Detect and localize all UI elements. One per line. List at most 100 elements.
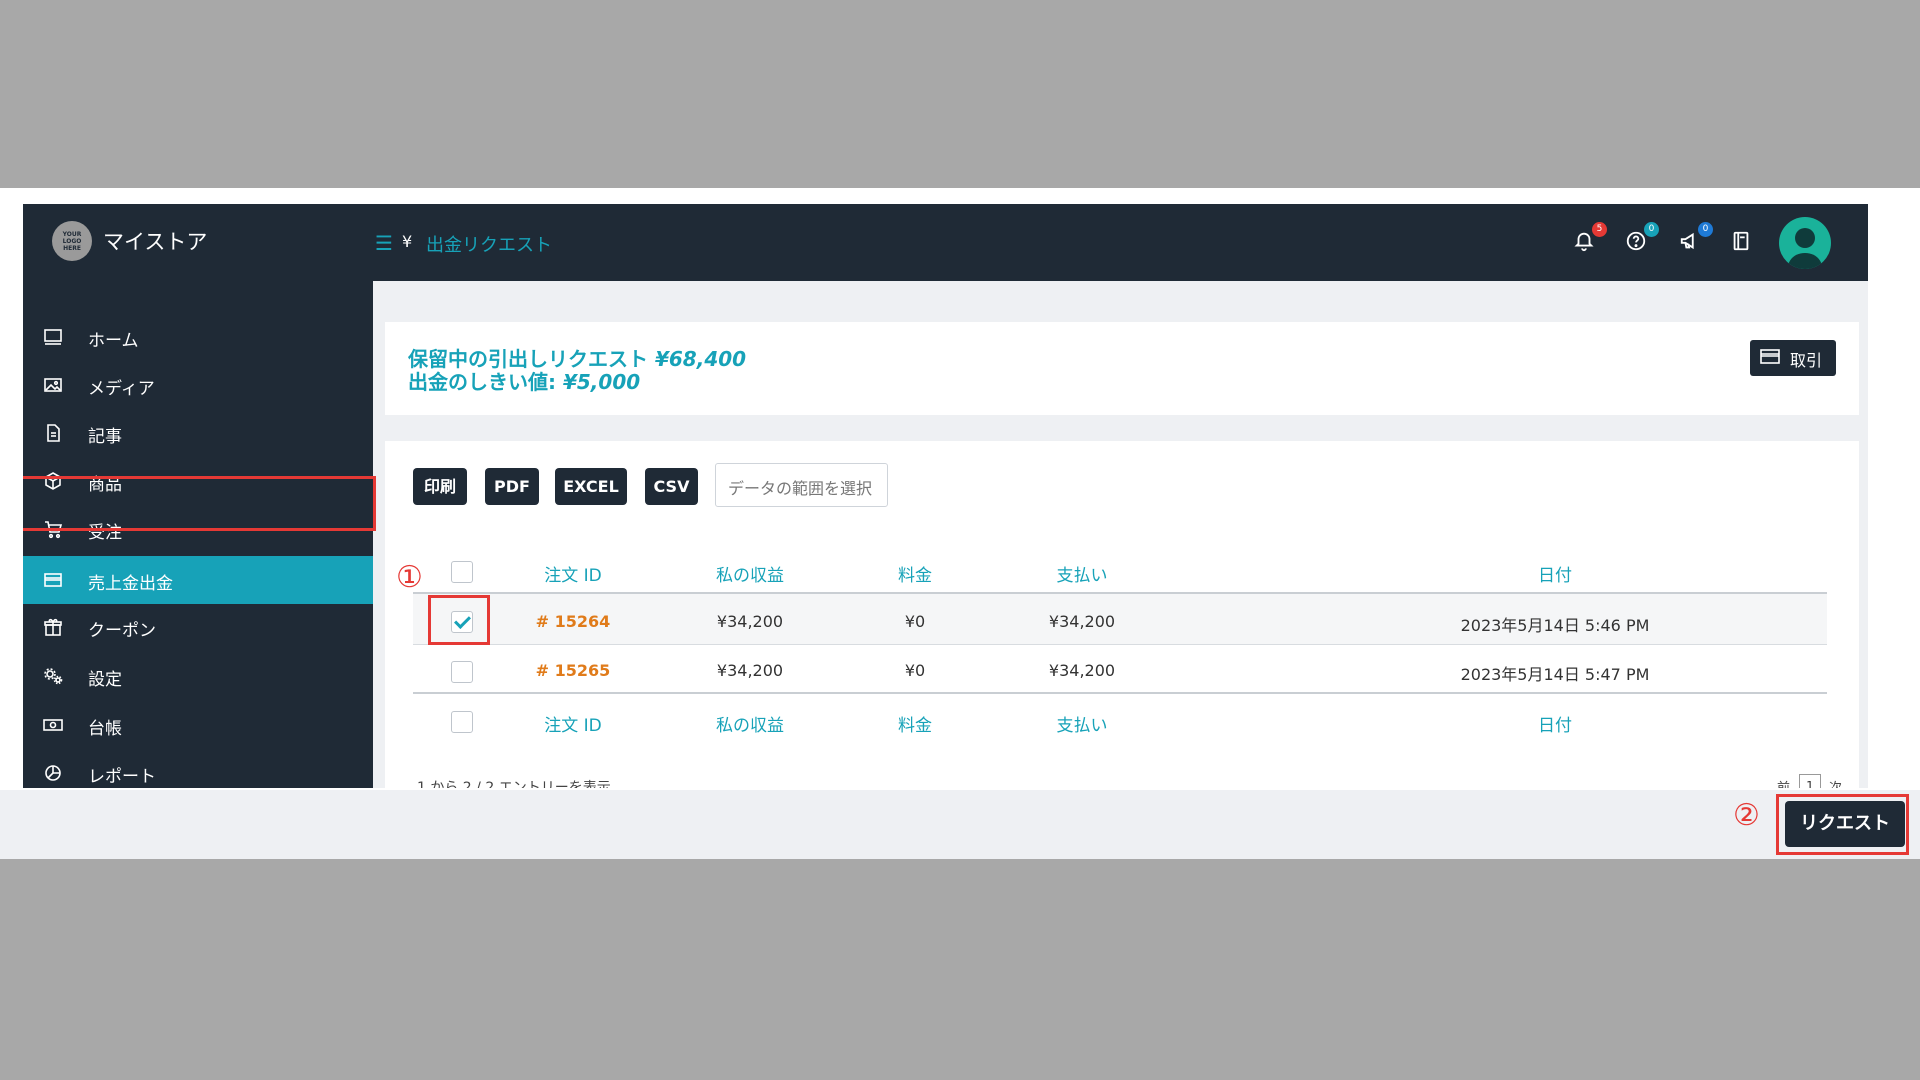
- withdrawal-table-card: 印刷 PDF EXCEL CSV データの範囲を選択 注文 ID 私の収益 料金…: [385, 441, 1859, 788]
- hamburger-menu-icon[interactable]: ☰: [375, 231, 393, 255]
- sidebar-item-coupons[interactable]: クーポン: [23, 603, 373, 651]
- row-divider: [413, 644, 1827, 645]
- sidebar-item-label: 記事: [88, 427, 122, 447]
- sidebar-item-media[interactable]: メディア: [23, 361, 373, 409]
- sidebar-item-label: ホーム: [88, 331, 139, 351]
- app-window: YOUR LOGO HERE マイストア ☰ ¥ 出金リクエスト 5 0 0 ホ…: [23, 204, 1868, 788]
- transactions-button[interactable]: 取引: [1750, 340, 1836, 376]
- sidebar-item-payout[interactable]: 売上金出金: [23, 556, 373, 604]
- entries-info: 1 から 2 / 2 エントリーを表示: [417, 780, 611, 788]
- request-highlight-box: [1776, 794, 1909, 855]
- user-silhouette-icon: [1787, 228, 1823, 269]
- column-header-fee[interactable]: 料金: [885, 561, 945, 586]
- docs-button[interactable]: [1730, 230, 1756, 256]
- sidebar-item-articles[interactable]: 記事: [23, 409, 373, 457]
- yen-icon: ¥: [402, 232, 413, 251]
- sidebar: ホーム メディア 記事 商品 受注 売上金出金 クーポン 設定 台帳 レポート: [23, 281, 373, 788]
- column-header-date[interactable]: 日付: [1515, 561, 1595, 586]
- sidebar-item-settings[interactable]: 設定: [23, 652, 373, 700]
- step-one-marker: ①: [396, 560, 423, 595]
- pagination-page[interactable]: 1: [1799, 774, 1821, 788]
- sidebar-item-ledger[interactable]: 台帳: [23, 701, 373, 749]
- box-icon: [43, 471, 63, 491]
- checkbox-highlight-box: [428, 595, 490, 645]
- question-circle-icon: [1626, 231, 1646, 251]
- select-all-footer-checkbox[interactable]: [451, 711, 473, 733]
- sidebar-item-label: 台帳: [88, 719, 122, 739]
- date-range-input[interactable]: データの範囲を選択: [715, 463, 888, 507]
- sidebar-item-label: 売上金出金: [88, 574, 173, 594]
- date-cell: 2023年5月14日 5:46 PM: [1460, 616, 1650, 635]
- gift-icon: [43, 617, 63, 637]
- announcements-button[interactable]: 0: [1679, 222, 1713, 256]
- column-header-payment[interactable]: 支払い: [1042, 561, 1122, 586]
- cart-icon: [43, 519, 63, 539]
- sidebar-item-label: 設定: [88, 670, 122, 690]
- footer-header-date: 日付: [1538, 716, 1572, 736]
- footer-divider: [413, 692, 1827, 694]
- page-title: 出金リクエスト: [426, 235, 552, 256]
- print-button[interactable]: 印刷: [413, 468, 467, 505]
- screenshot-frame: YOUR LOGO HERE マイストア ☰ ¥ 出金リクエスト 5 0 0 ホ…: [0, 188, 1920, 859]
- pagination-prev[interactable]: 前: [1777, 777, 1790, 788]
- sidebar-item-orders[interactable]: 受注: [23, 505, 373, 553]
- footer-header-order-id: 注文 ID: [544, 716, 602, 736]
- footer-header-payment: 支払い: [1056, 716, 1108, 736]
- money-icon: [43, 715, 63, 735]
- transactions-label: 取引: [1790, 351, 1823, 370]
- sidebar-item-label: 受注: [88, 523, 122, 543]
- notification-badge: 5: [1592, 222, 1607, 237]
- csv-button[interactable]: CSV: [645, 468, 698, 505]
- row-checkbox[interactable]: [451, 661, 473, 683]
- fee-cell: ¥0: [904, 661, 926, 680]
- order-id-link[interactable]: # 15265: [523, 661, 623, 680]
- monitor-icon: [43, 327, 63, 347]
- pie-chart-icon: [43, 763, 63, 783]
- credit-card-icon: [43, 570, 63, 590]
- top-bar: YOUR LOGO HERE マイストア ☰ ¥ 出金リクエスト 5 0 0: [23, 204, 1868, 281]
- payment-cell: ¥34,200: [1048, 661, 1116, 680]
- fee-cell: ¥0: [904, 612, 926, 631]
- user-avatar[interactable]: [1779, 217, 1831, 269]
- column-header-order-id[interactable]: 注文 ID: [533, 561, 613, 586]
- footer-header-fee: 料金: [898, 716, 932, 736]
- help-badge: 0: [1644, 222, 1659, 237]
- earnings-cell: ¥34,200: [716, 612, 784, 631]
- sidebar-item-label: クーポン: [88, 621, 156, 641]
- earnings-cell: ¥34,200: [716, 661, 784, 680]
- withdrawal-summary-card: 保留中の引出しリクエスト ¥68,400 出金のしきい値: ¥5,000 取引: [385, 322, 1859, 415]
- pdf-button[interactable]: PDF: [485, 468, 539, 505]
- sidebar-item-reports[interactable]: レポート: [23, 749, 373, 788]
- sidebar-item-label: 商品: [88, 475, 122, 495]
- gears-icon: [43, 666, 63, 686]
- step-two-marker: ②: [1733, 798, 1760, 833]
- store-name[interactable]: マイストア: [103, 226, 207, 256]
- pending-amount: ¥68,400: [654, 347, 747, 371]
- sidebar-item-label: メディア: [88, 379, 155, 399]
- book-icon: [1733, 231, 1749, 251]
- bell-icon: [1574, 232, 1594, 252]
- megaphone-icon: [1680, 232, 1694, 250]
- credit-card-icon: [1760, 348, 1780, 366]
- select-all-checkbox[interactable]: [451, 561, 473, 583]
- order-id-link[interactable]: # 15264: [523, 612, 623, 631]
- pagination-next[interactable]: 次: [1829, 777, 1842, 788]
- payment-cell: ¥34,200: [1048, 612, 1116, 631]
- help-button[interactable]: 0: [1625, 222, 1659, 256]
- footer-header-earnings: 私の収益: [716, 716, 784, 736]
- sidebar-item-home[interactable]: ホーム: [23, 313, 373, 361]
- announcements-badge: 0: [1698, 222, 1713, 237]
- sidebar-item-products[interactable]: 商品: [23, 457, 373, 505]
- image-icon: [43, 375, 63, 395]
- threshold-amount: ¥5,000: [562, 370, 641, 394]
- document-icon: [43, 423, 63, 443]
- store-logo[interactable]: YOUR LOGO HERE: [52, 221, 92, 261]
- sidebar-item-label: レポート: [88, 767, 156, 787]
- excel-button[interactable]: EXCEL: [555, 468, 627, 505]
- date-cell: 2023年5月14日 5:47 PM: [1460, 665, 1650, 684]
- column-header-earnings[interactable]: 私の収益: [705, 561, 795, 586]
- notification-bell-button[interactable]: 5: [1573, 222, 1607, 256]
- threshold-label: 出金のしきい値:: [408, 370, 556, 394]
- bottom-action-bar: [0, 790, 1920, 859]
- threshold-line: 出金のしきい値: ¥5,000: [408, 366, 640, 395]
